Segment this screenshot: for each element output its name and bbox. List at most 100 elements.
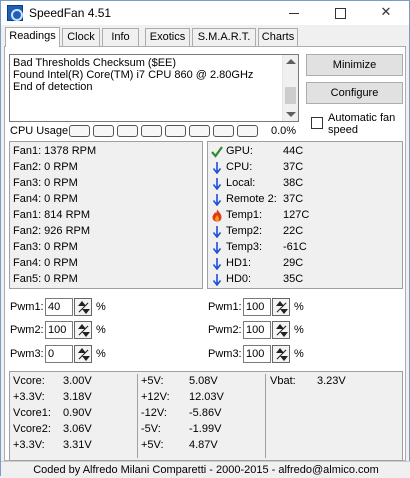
voltage-reading: +5V: 5.08V [141,374,261,389]
temp-value: 35C [283,273,304,285]
temp-label: Remote 2: [226,193,277,205]
down-arrow-icon [212,258,222,270]
pwm-label: Pwm3: [208,348,242,360]
voltage-value: 0.90V [63,407,92,419]
title-bar[interactable]: SpeedFan 4.51 ✕ [1,1,409,25]
down-arrow-icon [212,178,222,190]
pwm-label: Pwm3: [10,348,44,360]
tab-smart[interactable]: S.M.A.R.T. [192,28,256,46]
temp-reading-hd0: HD0: 35C [210,272,400,287]
scroll-down-icon[interactable] [286,112,296,117]
voltage-reading: Vcore: 3.00V [13,374,133,389]
flame-icon [212,209,222,222]
temperature-panel: GPU: 44C CPU: 37C Local: 38C Remote 2: 3… [207,141,403,289]
pwm-percent-unit: % [294,301,304,313]
temp-reading-cpu: CPU: 37C [210,160,400,175]
pwm-percent-unit: % [96,348,106,360]
tab-info[interactable]: Info [102,28,139,46]
voltage-value: 3.18V [63,391,92,403]
scroll-up-icon[interactable] [286,59,296,64]
speedfan-app-icon [7,5,23,21]
log-line: End of detection [13,81,93,93]
down-arrow-icon [212,162,222,174]
pwm-control-left-3: Pwm3: 0 % [10,345,120,365]
cpu-core-bar [165,125,186,137]
scroll-thumb[interactable] [285,87,296,104]
detection-log[interactable]: Bad Thresholds Checksum ($EE) Found Inte… [9,54,299,122]
voltage-label: Vcore2: [13,423,51,435]
fan-reading: Fan1: 814 RPM [13,209,91,221]
fan-reading: Fan4: 0 RPM [13,193,78,205]
window-title: SpeedFan 4.51 [29,6,112,20]
pwm-spinner-icon[interactable] [74,298,92,316]
minimize-icon[interactable] [271,1,317,25]
voltage-panel: Vcore: 3.00V +3.3V: 3.18V Vcore1: 0.90V Vco… [9,371,403,461]
voltage-value: -1.99V [189,423,222,435]
pwm-value-input[interactable]: 100 [45,321,73,339]
pwm-control-left-1: Pwm1: 40 % [10,298,120,318]
pwm-percent-unit: % [294,348,304,360]
voltage-value: -5.86V [189,407,222,419]
pwm-value-input[interactable]: 100 [243,321,271,339]
tab-readings[interactable]: Readings [5,27,60,47]
voltage-label: Vcore1: [13,407,51,419]
pwm-label: Pwm1: [10,301,44,313]
pwm-control-right-1: Pwm1: 100 % [208,298,318,318]
cpu-core-bar [189,125,210,137]
log-scrollbar[interactable] [282,55,298,121]
fan-speed-panel: Fan1: 1378 RPM Fan2: 0 RPM Fan3: 0 RPM F… [9,141,203,289]
cpu-core-bar [237,125,258,137]
voltage-label: +12V: [141,391,170,403]
cpu-core-bar [213,125,234,137]
pwm-control-right-3: Pwm3: 100 % [208,345,318,365]
minimize-button[interactable]: Minimize [306,54,403,76]
cpu-usage-label: CPU Usage [10,125,69,137]
pwm-spinner-icon[interactable] [272,345,290,363]
temp-value: 127C [283,209,310,221]
pwm-value-input[interactable]: 100 [243,345,271,363]
pwm-percent-unit: % [96,301,106,313]
voltage-reading: +5V: 4.87V [141,438,261,453]
voltage-reading: +12V: 12.03V [141,390,261,405]
temp-reading-temp2: Temp2: 22C [210,224,400,239]
voltage-label: +5V: [141,439,164,451]
temp-label: CPU: [226,161,253,173]
fan-reading: Fan2: 926 RPM [13,225,91,237]
pwm-spinner-icon[interactable] [272,298,290,316]
pwm-value-input[interactable]: 100 [243,298,271,316]
pwm-spinner-icon[interactable] [74,321,92,339]
pwm-label: Pwm2: [208,324,242,336]
voltage-value: 5.08V [189,375,218,387]
pwm-spinner-icon[interactable] [74,345,92,363]
automatic-fan-speed-label[interactable]: Automatic fan speed [328,112,403,136]
down-arrow-icon [212,274,222,286]
check-icon [211,146,223,158]
temp-label: Temp3: [226,241,263,253]
voltage-value: 4.87V [189,439,218,451]
temp-value: 44C [283,145,304,157]
cpu-core-bar [93,125,114,137]
pwm-spinner-icon[interactable] [272,321,290,339]
pwm-value-input[interactable]: 0 [45,345,73,363]
voltage-label: Vcore: [13,375,45,387]
pwm-value-input[interactable]: 40 [45,298,73,316]
tab-clock[interactable]: Clock [62,28,100,46]
temp-reading-hd1: HD1: 29C [210,256,400,271]
temp-value: 22C [283,225,304,237]
tab-exotics[interactable]: Exotics [145,28,190,46]
close-icon[interactable]: ✕ [363,1,409,25]
temp-value: 38C [283,177,304,189]
temp-label: Temp1: [226,209,263,221]
tab-charts[interactable]: Charts [258,28,298,46]
automatic-fan-speed-checkbox[interactable] [311,117,323,129]
temp-reading-remote2: Remote 2: 37C [210,192,400,207]
configure-button[interactable]: Configure [306,82,403,104]
cpu-core-bar [141,125,162,137]
voltage-label: +3.3V: [13,391,45,403]
voltage-value: 12.03V [189,391,224,403]
temp-label: HD1: [226,257,252,269]
voltage-reading: -5V: -1.99V [141,422,261,437]
temp-value: 37C [283,161,304,173]
voltage-reading: -12V: -5.86V [141,406,261,421]
maximize-icon[interactable] [317,1,363,25]
